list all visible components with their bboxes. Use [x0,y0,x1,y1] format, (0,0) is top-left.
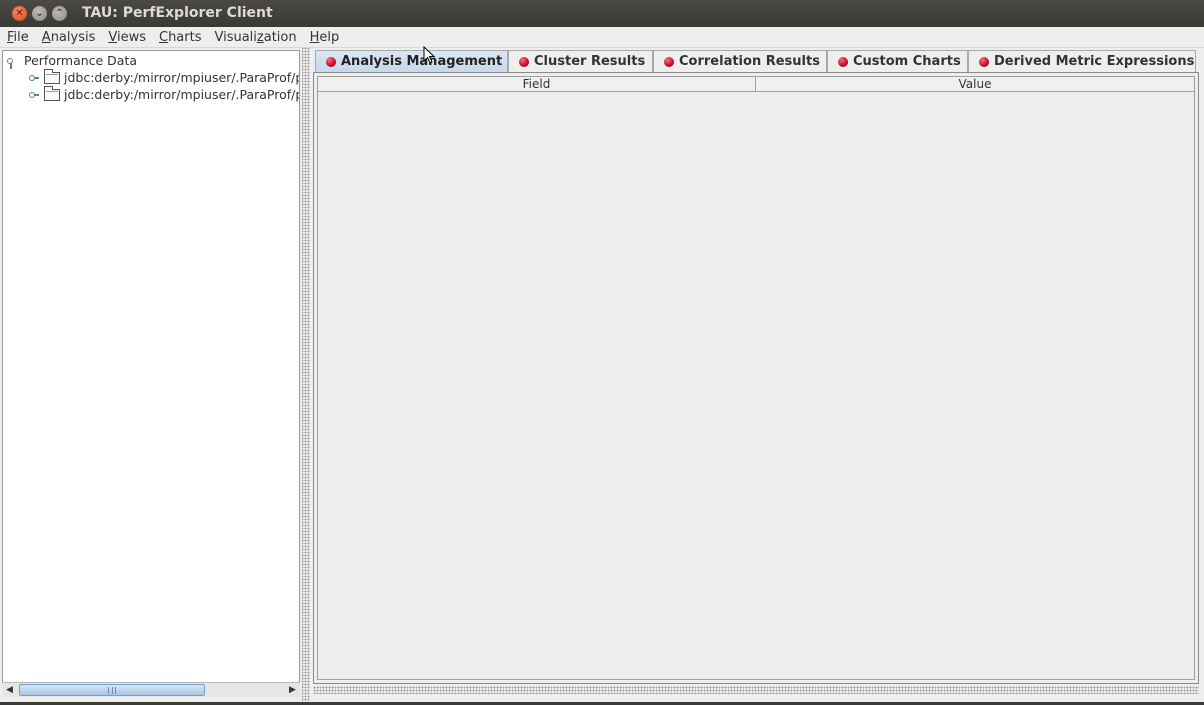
tab-derived-metric-expressions[interactable]: Derived Metric Expressions [968,50,1196,72]
menu-bar: File Analysis Views Charts Visualization… [0,27,1204,48]
tree-expand-handle-icon[interactable] [7,56,16,69]
tree-collapse-handle-icon[interactable] [29,90,39,99]
table-body[interactable] [317,92,1195,680]
tree-root-label: Performance Data [24,53,138,68]
menu-visualization[interactable]: Visualization [207,30,296,45]
tree-node-connection[interactable]: jdbc:derby:/mirror/mpiuser/.ParaProf/p [29,85,300,103]
red-dot-icon [326,56,336,67]
tab-correlation-results[interactable]: Correlation Results [653,50,827,72]
folder-icon [44,68,60,84]
table-header: Field Value [317,76,1195,92]
window-title-bar: ✕ ⌄ ⌃ TAU: PerfExplorer Client [0,0,1204,27]
tab-bar: Analysis Management Cluster Results Corr… [313,50,1199,72]
red-dot-icon [519,56,529,67]
column-header-field[interactable]: Field [318,77,756,91]
close-icon[interactable]: ✕ [12,6,27,21]
tree-collapse-handle-icon[interactable] [29,73,39,82]
scrollbar-thumb[interactable] [19,684,205,696]
mouse-cursor-icon [423,46,435,64]
split-pane-divider[interactable] [302,48,310,702]
tab-analysis-management[interactable]: Analysis Management [315,50,508,72]
scroll-left-icon[interactable]: ◀ [2,683,17,697]
menu-views[interactable]: Views [101,30,146,45]
tab-custom-charts[interactable]: Custom Charts [827,50,968,72]
analysis-table-panel: Field Value [313,72,1199,684]
tree-node-connection[interactable]: jdbc:derby:/mirror/mpiuser/.ParaProf/p [29,68,300,86]
minimize-icon[interactable]: ⌄ [32,6,47,21]
tree-root-node[interactable]: Performance Data [7,52,137,69]
red-dot-icon [664,56,674,67]
red-dot-icon [979,56,989,67]
tree-horizontal-scrollbar[interactable]: ◀ ▶ [2,682,300,697]
menu-charts[interactable]: Charts [152,30,202,45]
main-area: Performance Data jdbc:derby:/mirror/mpiu… [0,48,1204,702]
red-dot-icon [838,56,848,67]
folder-icon [44,85,60,101]
menu-help[interactable]: Help [303,30,340,45]
tab-cluster-results[interactable]: Cluster Results [508,50,653,72]
menu-file[interactable]: File [0,30,29,45]
bottom-resize-grip[interactable] [313,686,1199,694]
scrollbar-grip-icon [108,687,116,694]
performance-data-tree[interactable]: Performance Data jdbc:derby:/mirror/mpiu… [2,50,300,696]
maximize-icon[interactable]: ⌃ [52,6,67,21]
tree-node-label: jdbc:derby:/mirror/mpiuser/.ParaProf/p [64,87,300,102]
column-header-value[interactable]: Value [756,77,1194,91]
window-title: TAU: PerfExplorer Client [82,5,273,21]
menu-analysis[interactable]: Analysis [35,30,96,45]
tree-node-label: jdbc:derby:/mirror/mpiuser/.ParaProf/p [64,70,300,85]
scroll-right-icon[interactable]: ▶ [285,683,300,697]
